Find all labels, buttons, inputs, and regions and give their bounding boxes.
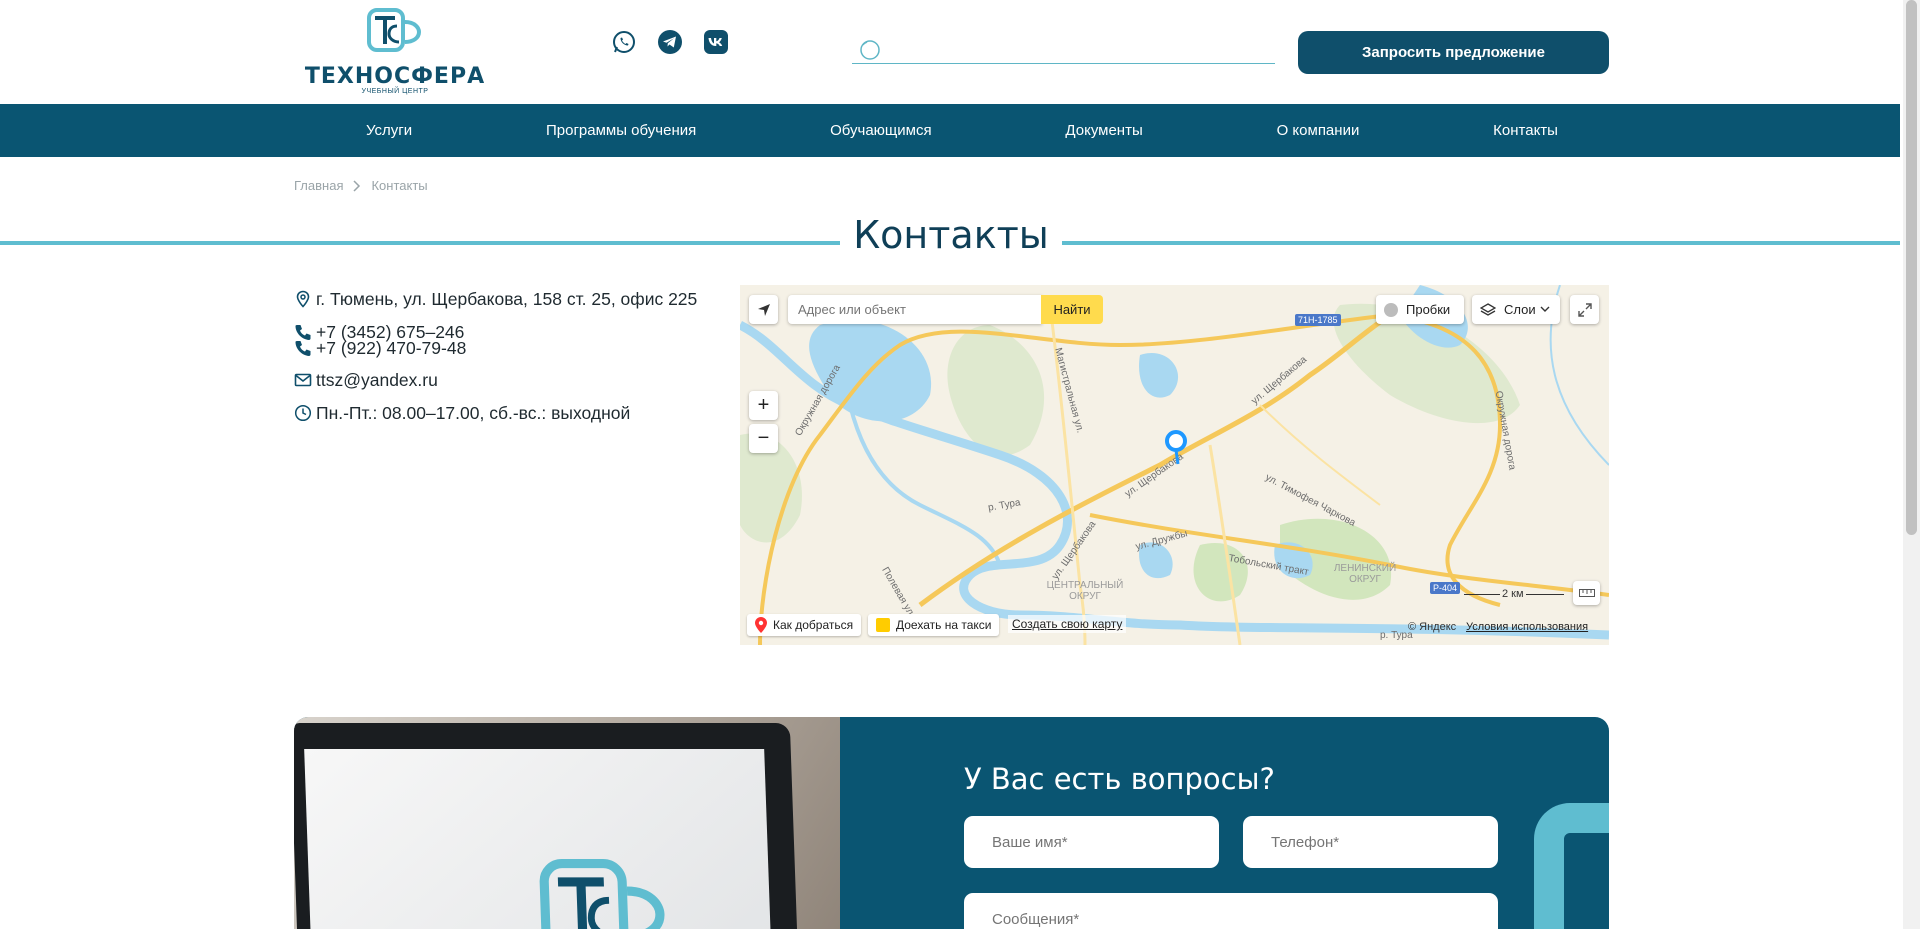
- chevron-down-icon: [1540, 306, 1550, 312]
- yandex-map[interactable]: Окружная дорога Магистральная ул. р. Тур…: [740, 285, 1609, 645]
- road-badge: 71Н-1785: [1295, 314, 1341, 326]
- breadcrumb-home[interactable]: Главная: [294, 178, 343, 193]
- page-scrollbar[interactable]: [1903, 0, 1920, 929]
- message-field[interactable]: [964, 893, 1498, 929]
- telegram-icon[interactable]: [658, 30, 682, 54]
- ruler-icon: [1578, 589, 1595, 597]
- taxi-button[interactable]: Доехать на такси: [868, 614, 1000, 636]
- zoom-out-button[interactable]: −: [749, 424, 778, 453]
- breadcrumb: Главная Контакты: [294, 178, 428, 193]
- nav-item-services[interactable]: Услуги: [366, 122, 412, 139]
- title-divider-left: [0, 241, 840, 245]
- nav-item-students[interactable]: Обучающимся: [830, 122, 932, 139]
- hours-text: Пн.-Пт.: 08.00–17.00, сб.-вс.: выходной: [316, 402, 631, 423]
- create-map-link[interactable]: Создать свою карту: [1008, 615, 1127, 633]
- nav-item-about[interactable]: О компании: [1277, 122, 1360, 139]
- traffic-button[interactable]: Пробки: [1376, 295, 1464, 324]
- contacts-list: г. Тюмень, ул. Щербакова, 158 ст. 25, оф…: [294, 287, 724, 423]
- form-title: У Вас есть вопросы?: [964, 762, 1275, 796]
- expand-icon: [1577, 302, 1592, 317]
- map-copyright: © Яндекс: [1408, 621, 1457, 633]
- layers-icon: [1480, 302, 1496, 316]
- ruler-button[interactable]: [1573, 581, 1600, 605]
- phone-2-text: +7 (922) 470-79-48: [316, 337, 467, 358]
- email-text: ttsz@yandex.ru: [316, 369, 438, 390]
- contact-form-section: У Вас есть вопросы?: [294, 717, 1609, 929]
- header: ТЕХНОСФЕРА УЧЕБНЫЙ ЦЕНТР Запросить предл…: [0, 0, 1900, 104]
- road-badge: Р-404: [1430, 582, 1461, 594]
- nav-item-contacts[interactable]: Контакты: [1493, 122, 1558, 139]
- map-scale-label: 2 км: [1500, 588, 1526, 600]
- zoom-in-button[interactable]: +: [749, 391, 778, 420]
- map-label: ЛЕНИНСКИЙ ОКРУГ: [1333, 563, 1397, 585]
- traffic-label: Пробки: [1406, 302, 1451, 317]
- fullscreen-button[interactable]: [1570, 295, 1599, 324]
- taxi-icon: [876, 618, 890, 632]
- laptop-screen: [304, 749, 772, 929]
- main-nav: Услуги Программы обучения Обучающимся До…: [0, 104, 1900, 157]
- map-find-button[interactable]: Найти: [1041, 295, 1103, 324]
- geolocation-button[interactable]: [749, 295, 778, 324]
- laptop-photo: [294, 717, 840, 929]
- logo-subtext: УЧЕБНЫЙ ЦЕНТР: [361, 88, 429, 95]
- search-icon[interactable]: [859, 39, 881, 61]
- logo-icon: [367, 8, 422, 52]
- map-label: ЦЕНТРАЛЬНЫЙ ОКРУГ: [1046, 580, 1124, 602]
- social-links: [612, 30, 728, 54]
- logo-text: ТЕХНОСФЕРА: [304, 64, 486, 89]
- taxi-label: Доехать на такси: [896, 618, 992, 632]
- page-title: Контакты: [853, 213, 1049, 257]
- name-field[interactable]: [964, 816, 1219, 868]
- search-input[interactable]: [886, 36, 1266, 60]
- contact-address: г. Тюмень, ул. Щербакова, 158 ст. 25, оф…: [294, 287, 724, 311]
- address-text: г. Тюмень, ул. Щербакова, 158 ст. 25, оф…: [316, 288, 698, 309]
- decor-shape: [1534, 803, 1609, 929]
- request-offer-button[interactable]: Запросить предложение: [1298, 31, 1609, 74]
- page: ТЕХНОСФЕРА УЧЕБНЫЙ ЦЕНТР Запросить предл…: [0, 0, 1920, 929]
- nav-item-documents[interactable]: Документы: [1065, 122, 1142, 139]
- contact-phone-2[interactable]: +7 (922) 470-79-48: [294, 336, 724, 360]
- map-search-input[interactable]: [788, 295, 1042, 324]
- map-marker-icon[interactable]: [1164, 430, 1190, 466]
- layers-button[interactable]: Слои: [1472, 295, 1560, 324]
- title-divider-right: [1062, 241, 1900, 245]
- clock-icon: [294, 404, 312, 422]
- search-bar: [852, 34, 1275, 64]
- phone-field[interactable]: [1243, 816, 1498, 868]
- phone-icon: [295, 341, 311, 356]
- route-pin-icon: [755, 617, 767, 633]
- geolocation-icon: [757, 303, 770, 316]
- map-terms-link[interactable]: Условия использования: [1462, 619, 1592, 635]
- vk-icon[interactable]: [704, 30, 728, 54]
- scrollbar-thumb[interactable]: [1906, 0, 1917, 535]
- nav-item-programs[interactable]: Программы обучения: [546, 122, 696, 139]
- chevron-right-icon: [353, 179, 361, 192]
- route-label: Как добраться: [773, 618, 854, 632]
- location-pin-icon: [296, 290, 310, 308]
- contact-email[interactable]: ttsz@yandex.ru: [294, 368, 724, 392]
- whatsapp-icon[interactable]: [612, 30, 636, 54]
- logo[interactable]: ТЕХНОСФЕРА УЧЕБНЫЙ ЦЕНТР: [297, 8, 493, 96]
- breadcrumb-current: Контакты: [371, 178, 428, 193]
- traffic-icon: [1384, 302, 1398, 317]
- route-button[interactable]: Как добраться: [747, 614, 862, 636]
- layers-label: Слои: [1504, 302, 1536, 317]
- contact-hours: Пн.-Пт.: 08.00–17.00, сб.-вс.: выходной: [294, 401, 724, 425]
- logo-icon: [539, 859, 665, 929]
- email-icon: [294, 373, 312, 387]
